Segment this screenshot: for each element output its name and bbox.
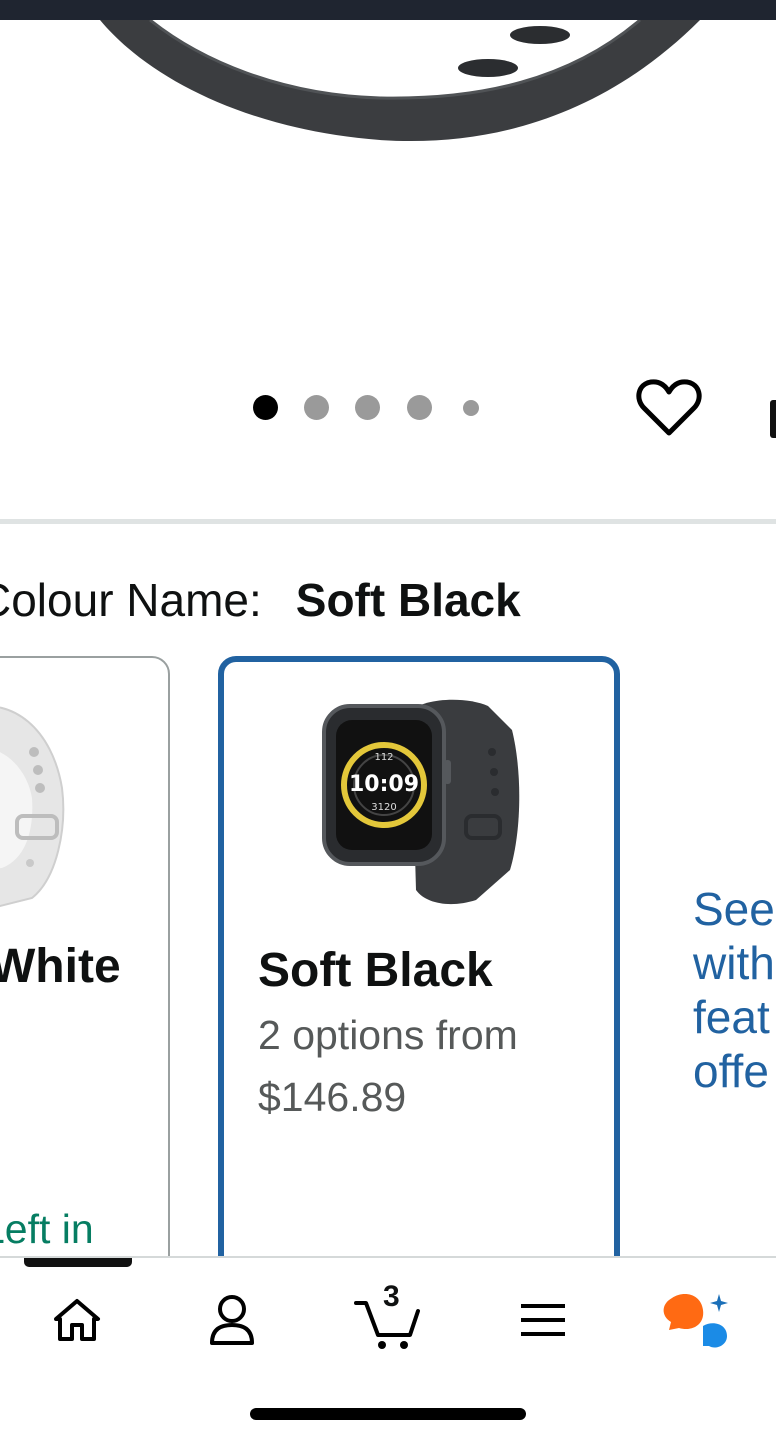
status-bar-strip bbox=[0, 0, 776, 20]
watch-face-cal: 3120 bbox=[371, 802, 396, 813]
swatch-stock-status: Left in bbox=[0, 1206, 94, 1252]
variant-selector-label: Colour Name: Soft Black bbox=[0, 572, 521, 628]
account-icon bbox=[210, 1295, 254, 1345]
nav-account-button[interactable] bbox=[187, 1280, 277, 1360]
swatch-title: Soft Black bbox=[258, 944, 493, 997]
active-tab-indicator bbox=[24, 1258, 132, 1267]
cart-count-badge: 3 bbox=[383, 1280, 400, 1313]
see-all-line: with bbox=[693, 937, 775, 989]
white-smartwatch-image bbox=[0, 706, 65, 908]
watch-face-time: 10:09 bbox=[349, 772, 419, 797]
see-all-line: See bbox=[693, 883, 775, 935]
color-swatch-white[interactable]: White Left in bbox=[0, 656, 170, 1300]
black-smartwatch-image: 112 10:09 3120 bbox=[322, 699, 520, 905]
product-image-gallery[interactable] bbox=[0, 20, 776, 520]
see-all-line: feat bbox=[693, 991, 770, 1043]
nav-menu-button[interactable] bbox=[498, 1280, 588, 1360]
carousel-dot[interactable] bbox=[253, 395, 278, 420]
share-icon[interactable] bbox=[770, 400, 776, 438]
menu-icon bbox=[521, 1304, 565, 1336]
swatch-price-options: 2 options from bbox=[258, 1012, 518, 1058]
heart-icon bbox=[636, 379, 702, 436]
variant-label-text: Colour Name: bbox=[0, 574, 262, 626]
carousel-dot[interactable] bbox=[463, 400, 479, 416]
carousel-dot[interactable] bbox=[407, 395, 432, 420]
swatch-title: White bbox=[0, 940, 121, 993]
carousel-dot[interactable] bbox=[355, 395, 380, 420]
see-all-line: offe bbox=[693, 1045, 769, 1097]
color-swatch-soft-black[interactable]: 112 10:09 3120 Soft Black 2 options from… bbox=[218, 656, 620, 1308]
carousel-dot[interactable] bbox=[304, 395, 329, 420]
selected-variant-value: Soft Black bbox=[295, 574, 521, 626]
nav-rufus-button[interactable] bbox=[652, 1280, 742, 1360]
see-all-options-link[interactable]: See with feat offe bbox=[693, 882, 775, 1098]
watch-face-steps: 112 bbox=[374, 752, 393, 763]
section-divider bbox=[0, 519, 776, 524]
rufus-ai-icon bbox=[663, 1294, 728, 1348]
nav-home-button[interactable] bbox=[32, 1280, 122, 1360]
product-image-watch-strap bbox=[100, 20, 700, 142]
home-indicator bbox=[250, 1408, 526, 1420]
home-icon bbox=[54, 1299, 100, 1341]
swatch-price: $146.89 bbox=[258, 1074, 407, 1120]
add-to-wishlist-button[interactable] bbox=[636, 378, 702, 438]
